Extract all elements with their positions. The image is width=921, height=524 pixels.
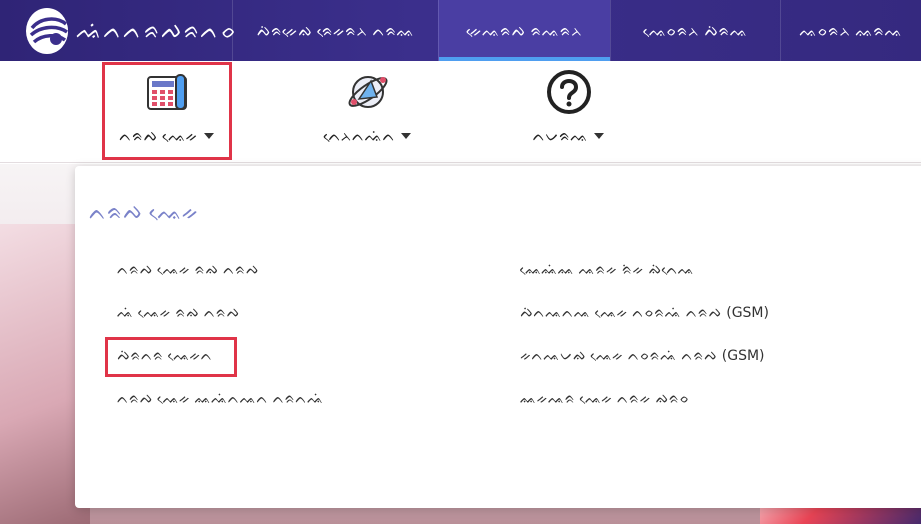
tab-label: ᨀᨙᨕᨑᨄ ᨑᨕᨑᨂ [466, 21, 583, 40]
logo-emblem-icon [26, 8, 68, 54]
menu-link-right-2[interactable]: ᨄᨗᨈᨕᨈᨕ ᨕᨙᨀ ᨈᨔᨑᨕᨗ ᨈᨑᨄ (GSM) [520, 305, 769, 321]
help-icon [546, 70, 591, 114]
caret-down-icon [401, 133, 412, 139]
top-navbar: ᨕᨗᨈᨈᨑᨄᨑᨈᨔ ᨄᨗᨑᨀᨙᨁ ᨑᨙᨀᨑᨂ ᨈᨑᨐ ᨀᨙᨕᨑᨄ ᨑᨕᨑᨂ ᨕᨙ… [0, 0, 921, 61]
category-satellite[interactable]: ᨈᨙᨂᨈᨕᨗᨈ [305, 61, 430, 157]
dropdown-title: ᨈᨑᨄ ᨕᨙᨀ [89, 200, 199, 224]
category-bar: ᨈᨑᨄ ᨕᨙᨀ ᨈᨙᨂᨈᨕᨗᨈ ᨈᨆᨑᨕ [0, 61, 921, 163]
main-nav-tabs: ᨄᨗᨑᨀᨙᨁ ᨑᨙᨀᨑᨂ ᨈᨑᨐ ᨀᨙᨕᨑᨄ ᨑᨕᨑᨂ ᨕᨙᨔᨑᨂ ᨄᨗᨑᨕ ᨕ… [232, 0, 921, 61]
tab-support[interactable]: ᨕᨙᨔᨑᨂ ᨄᨗᨑᨕ [610, 0, 780, 61]
tab-about[interactable]: ᨕᨔᨑᨂ ᨐᨑᨕ [780, 0, 921, 61]
category-label: ᨈᨙᨂᨈᨕᨗᨈ [323, 127, 396, 145]
satellite-icon [348, 76, 387, 108]
tab-label: ᨄᨗᨑᨀᨙᨁ ᨑᨙᨀᨑᨂ ᨈᨑᨐ [256, 21, 415, 40]
category-label: ᨈᨑᨄ ᨕᨙᨀ [119, 127, 198, 145]
menu-link-right-3[interactable]: ᨀᨈᨕᨆᨁ ᨕᨙᨀ ᨈᨔᨑᨕᨗ ᨈᨑᨄ (GSM) [520, 348, 765, 364]
menu-link-left-2[interactable]: ᨕᨗ ᨕᨙᨀ ᨑᨁ ᨈᨑᨄ [117, 305, 240, 321]
caret-down-icon [203, 133, 214, 139]
menu-link-right-1[interactable]: ᨐᨙᨐᨗᨐ ᨕᨑᨀ ᨑᨗᨀ ᨁᨗᨈᨙᨕ [520, 262, 694, 278]
tab-products[interactable]: ᨀᨙᨕᨑᨄ ᨑᨕᨑᨂ [438, 0, 610, 61]
site-logo[interactable]: ᨕᨗᨈᨈᨑᨄᨑᨈᨔ [26, 8, 236, 54]
logo-text: ᨕᨗᨈᨈᨑᨄᨑᨈᨔ [75, 18, 236, 44]
menu-link-right-4[interactable]: ᨐᨀᨕᨑ ᨕᨙᨀ ᨈᨑᨀ ᨁᨑᨔ [520, 391, 689, 407]
category-phone[interactable]: ᨈᨑᨄ ᨕᨙᨀ [104, 61, 229, 157]
mega-menu-dropdown: ᨈᨑᨄ ᨕᨙᨀ ᨈᨑᨄ ᨕᨙᨀ ᨑᨁ ᨈᨑᨄ ᨕᨗ ᨕᨙᨀ ᨑᨁ ᨈᨑᨄ ᨄᨗᨑ… [75, 166, 921, 508]
category-label: ᨈᨆᨑᨕ [532, 127, 589, 145]
tab-services[interactable]: ᨄᨗᨑᨀᨙᨁ ᨑᨙᨀᨑᨂ ᨈᨑᨐ [232, 0, 438, 61]
menu-link-left-1[interactable]: ᨈᨑᨄ ᨕᨙᨀ ᨑᨁ ᨈᨑᨄ [117, 262, 259, 278]
tab-label: ᨕᨔᨑᨂ ᨐᨑᨕ [799, 21, 903, 40]
menu-link-left-4[interactable]: ᨈᨑᨄ ᨕᨙᨀ ᨐᨕᨗᨈᨕᨈ ᨈᨑᨈᨕᨗ [117, 391, 324, 407]
category-help[interactable]: ᨈᨆᨑᨕ [506, 61, 631, 157]
caret-down-icon [594, 133, 605, 139]
phone-icon [146, 74, 187, 110]
menu-link-left-3[interactable]: ᨄᨗᨑᨈᨑ ᨕᨙᨀᨈ [117, 348, 213, 364]
tab-label: ᨕᨙᨔᨑᨂ ᨄᨗᨑᨕ [643, 21, 748, 40]
